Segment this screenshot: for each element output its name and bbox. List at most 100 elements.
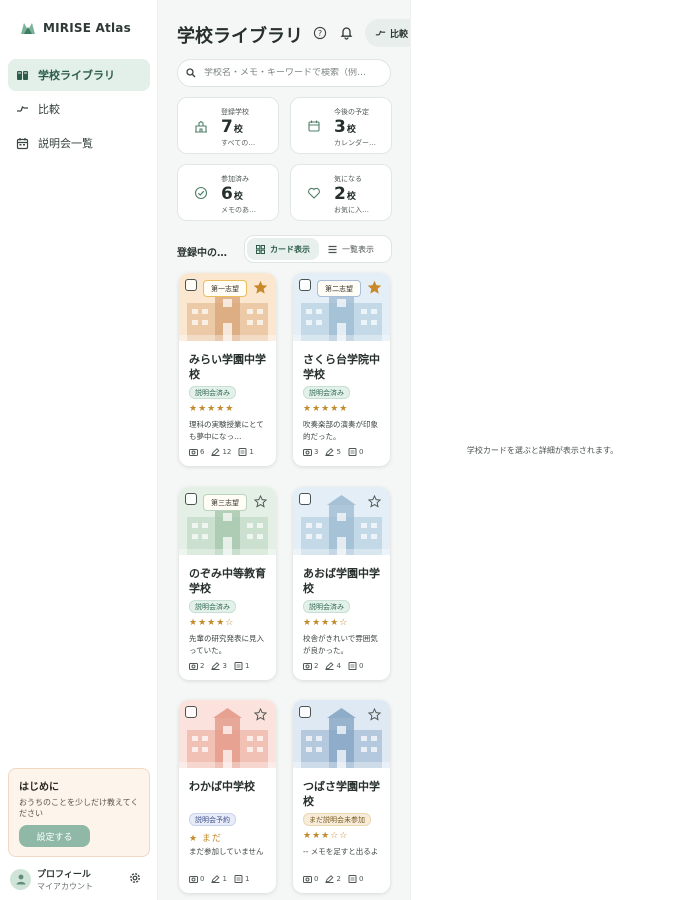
document-icon [348, 448, 357, 456]
stat-sub: メモのあ… [221, 206, 256, 214]
sidebar-nav: 学校ライブラリ 比較 説明会一覧 [8, 59, 150, 161]
school-card[interactable]: 第一志望 みらい学園中学校 説明会済み ★★★★★ 理科の実験授業にとても夢中になっ… 6… [179, 273, 276, 466]
card-counts: 011 [189, 875, 249, 883]
onboarding-title: はじめに [19, 782, 59, 793]
list-view-label: 一覧表示 [342, 244, 374, 254]
sidebar-item-label: 比較 [38, 103, 60, 116]
select-checkbox[interactable] [185, 493, 197, 505]
stat-label: 今後の予定 [334, 108, 369, 116]
memo-count: 5 [325, 448, 341, 456]
preference-badge: 第二志望 [317, 280, 361, 297]
help-icon[interactable]: ? [313, 26, 327, 40]
document-icon [348, 662, 357, 670]
sidebar-item-label: 説明会一覧 [38, 137, 93, 150]
stat-favorite[interactable]: 気になる 2校 お気に入… [290, 164, 392, 221]
school-card[interactable]: 第三志望 のぞみ中等教育学校 説明会済み ★★★★☆ 先輩の研究発表に見入っていた。 2 3… [179, 487, 276, 680]
card-view-button[interactable]: カード表示 [247, 238, 319, 260]
stat-registered[interactable]: 登録学校 7校 すべての… [177, 97, 279, 154]
compare-button[interactable]: 比較 [365, 19, 410, 47]
search-bar [177, 59, 391, 87]
list-icon [328, 245, 337, 253]
list-heading: 登録中の… [177, 248, 227, 259]
stat-label: 登録学校 [221, 108, 249, 116]
pencil-icon [325, 662, 334, 670]
sidebar-item-sessions[interactable]: 説明会一覧 [8, 127, 150, 159]
search-icon [186, 68, 196, 78]
select-checkbox[interactable] [299, 279, 311, 291]
profile[interactable]: プロフィール マイアカウント [10, 866, 148, 892]
rating-stars: ★★★☆☆ [303, 831, 349, 841]
detail-empty-message: 学校カードを選ぶと詳細が表示されます。 [466, 446, 619, 455]
sidebar-item-library[interactable]: 学校ライブラリ [8, 59, 150, 91]
sidebar-item-compare[interactable]: 比較 [8, 93, 150, 125]
stat-sub: お気に入… [334, 206, 369, 214]
select-checkbox[interactable] [185, 706, 197, 718]
calendar-icon [308, 120, 320, 132]
status-badge: 説明会済み [303, 600, 350, 613]
document-icon [234, 875, 243, 883]
document-count: 0 [348, 448, 363, 456]
preference-badge: 第三志望 [203, 494, 247, 511]
select-checkbox[interactable] [185, 279, 197, 291]
school-note: 理科の実験授業にとても夢中になっ… [189, 420, 264, 441]
compare-icon [375, 30, 386, 35]
card-counts: 350 [303, 448, 363, 456]
check-circle-icon [194, 186, 208, 200]
status-badge: 説明会予約 [189, 813, 236, 826]
select-checkbox[interactable] [299, 493, 311, 505]
school-card[interactable]: 第二志望 さくら台学院中学校 説明会済み ★★★★★ 吹奏楽部の演奏が印象的だった。 3 5… [293, 273, 390, 466]
camera-icon [189, 663, 198, 670]
gear-icon[interactable] [128, 871, 142, 885]
pencil-icon [211, 662, 220, 670]
memo-count: 1 [211, 875, 227, 883]
stat-value: 7校 [221, 117, 243, 137]
school-note: 吹奏楽部の演奏が印象的だった。 [303, 420, 378, 441]
pencil-icon [325, 448, 334, 456]
grid-icon [256, 244, 265, 254]
school-name: みらい学園中学校 [189, 353, 266, 381]
favorite-star-icon[interactable] [368, 495, 381, 508]
list-view-button[interactable]: 一覧表示 [319, 238, 383, 260]
compare-label: 比較 [390, 29, 409, 40]
school-note: 先輩の研究発表に見入っていた。 [189, 634, 264, 655]
favorite-star-icon[interactable] [254, 495, 267, 508]
camera-icon [303, 876, 312, 883]
stat-upcoming[interactable]: 今後の予定 3校 カレンダー… [290, 97, 392, 154]
school-name: さくら台学院中学校 [303, 353, 380, 381]
search-input[interactable] [204, 68, 382, 78]
bell-icon[interactable] [339, 25, 354, 40]
onboarding-card: はじめに おうちのことを少しだけ教えてください 設定する [8, 768, 150, 857]
favorite-star-icon[interactable] [254, 708, 267, 721]
school-card[interactable]: わかば中学校 説明会予約 ★ まだ まだ参加していません 0 1 1 [179, 700, 276, 893]
favorite-star-icon[interactable] [368, 281, 381, 294]
status-badge: まだ説明会未参加 [303, 813, 371, 826]
document-count: 1 [234, 875, 249, 883]
setup-button[interactable]: 設定する [19, 825, 90, 847]
calendar-icon [16, 137, 29, 150]
book-icon [16, 69, 29, 82]
user-icon [16, 874, 25, 885]
photo-count: 3 [303, 448, 318, 456]
school-card[interactable]: あおば学園中学校 説明会済み ★★★★☆ 校舎がきれいで雰囲気が良かった。 2 4 0 [293, 487, 390, 680]
stat-label: 気になる [334, 175, 362, 183]
stat-attended[interactable]: 参加済み 6校 メモのあ… [177, 164, 279, 221]
document-icon [348, 875, 357, 883]
rating-stars: ★★★★☆ [303, 618, 349, 628]
rating-stars: ★★★★☆ [189, 618, 235, 628]
pencil-icon [211, 875, 220, 883]
heart-icon [308, 187, 320, 199]
brand[interactable]: MIRISE Atlas [20, 20, 131, 36]
memo-count: 3 [211, 662, 227, 670]
favorite-star-icon[interactable] [254, 281, 267, 294]
memo-count: 2 [325, 875, 341, 883]
school-card[interactable]: つばさ学園中学校 まだ説明会未参加 ★★★☆☆ -- メモを足すと出るよ 0 2 0 [293, 700, 390, 893]
rating-stars: ★ まだ [189, 834, 222, 844]
document-count: 0 [348, 875, 363, 883]
select-checkbox[interactable] [299, 706, 311, 718]
card-view-label: カード表示 [270, 244, 310, 254]
photo-count: 2 [189, 662, 204, 670]
document-count: 1 [238, 448, 254, 456]
favorite-star-icon[interactable] [368, 708, 381, 721]
document-icon [238, 448, 247, 456]
card-counts: 020 [303, 875, 363, 883]
